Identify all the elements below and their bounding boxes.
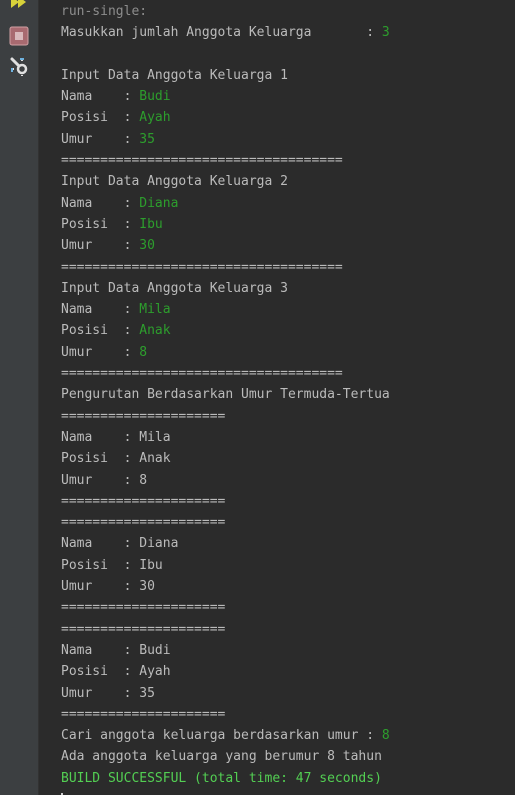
posisi-label: Posisi : bbox=[61, 110, 140, 126]
posisi-label: Posisi : bbox=[61, 323, 140, 339]
sorted-row: Umur : 35 bbox=[61, 685, 155, 701]
output-window: run-single: Masukkan jumlah Anggota Kelu… bbox=[0, 0, 515, 795]
umur-value: 30 bbox=[139, 238, 155, 254]
umur-value: 8 bbox=[139, 344, 148, 360]
sorted-row: Posisi : Ibu bbox=[61, 557, 163, 573]
umur-label: Umur : bbox=[61, 238, 140, 254]
nama-label: Nama : bbox=[61, 195, 140, 211]
separator: ==================================== bbox=[61, 259, 343, 275]
posisi-label: Posisi : bbox=[61, 216, 140, 232]
stop-icon[interactable] bbox=[9, 26, 29, 46]
output-toolbar bbox=[0, 0, 39, 795]
sorted-row: ===================== bbox=[61, 515, 226, 531]
count-prompt-label: Masukkan jumlah Anggota Keluarga : bbox=[61, 25, 382, 41]
input-nama-line: Nama : Mila bbox=[61, 299, 515, 320]
input-title: Input Data Anggota Keluarga 3 bbox=[61, 280, 288, 296]
sorted-row: ===================== bbox=[61, 408, 226, 424]
sorted-row: Umur : 30 bbox=[61, 579, 155, 595]
settings-icon[interactable] bbox=[9, 56, 29, 77]
sorted-row: Umur : 8 bbox=[61, 472, 148, 488]
umur-label: Umur : bbox=[61, 344, 140, 360]
sorted-row: Nama : Diana bbox=[61, 536, 179, 552]
sorted-row: Nama : Mila bbox=[61, 429, 171, 445]
sorted-row: ===================== bbox=[61, 621, 226, 637]
separator: ==================================== bbox=[61, 153, 343, 169]
umur-label: Umur : bbox=[61, 131, 140, 147]
nama-label: Nama : bbox=[61, 89, 140, 105]
sorted-row: Nama : Budi bbox=[61, 642, 171, 658]
search-result: Ada anggota keluarga yang berumur 8 tahu… bbox=[61, 749, 382, 765]
count-prompt-line: Masukkan jumlah Anggota Keluarga : 3 bbox=[61, 22, 515, 43]
umur-value: 35 bbox=[139, 131, 155, 147]
console-output: run-single: Masukkan jumlah Anggota Kelu… bbox=[61, 1, 515, 795]
posisi-value: Anak bbox=[139, 323, 171, 339]
sorted-row: ===================== bbox=[61, 706, 226, 722]
run-again-icon[interactable] bbox=[9, 0, 29, 14]
sorted-row: Posisi : Ayah bbox=[61, 664, 171, 680]
input-umur-line: Umur : 8 bbox=[61, 342, 515, 363]
posisi-value: Ibu bbox=[139, 216, 163, 232]
run-header: run-single: bbox=[61, 4, 148, 19]
nama-label: Nama : bbox=[61, 302, 140, 318]
input-posisi-line: Posisi : Ibu bbox=[61, 214, 515, 235]
input-umur-line: Umur : 30 bbox=[61, 235, 515, 256]
input-title: Input Data Anggota Keluarga 1 bbox=[61, 67, 288, 83]
sorted-row: Posisi : Anak bbox=[61, 451, 171, 467]
search-prompt-line: Cari anggota keluarga berdasarkan umur :… bbox=[61, 725, 515, 746]
separator: ==================================== bbox=[61, 366, 343, 382]
input-caret-line[interactable] bbox=[61, 789, 515, 795]
input-nama-line: Nama : Diana bbox=[61, 193, 515, 214]
search-input-value: 8 bbox=[381, 728, 390, 744]
input-posisi-line: Posisi : Ayah bbox=[61, 107, 515, 128]
input-umur-line: Umur : 35 bbox=[61, 129, 515, 150]
sort-title: Pengurutan Berdasarkan Umur Termuda-Tert… bbox=[61, 387, 390, 403]
build-status: BUILD SUCCESSFUL (total time: 47 seconds… bbox=[61, 770, 382, 786]
sorted-row: ===================== bbox=[61, 493, 226, 509]
sorted-row: ===================== bbox=[61, 600, 226, 616]
input-posisi-line: Posisi : Anak bbox=[61, 320, 515, 341]
nama-value: Diana bbox=[139, 195, 179, 211]
nama-value: Budi bbox=[139, 89, 171, 105]
search-prompt-label: Cari anggota keluarga berdasarkan umur : bbox=[61, 728, 382, 744]
count-input-value: 3 bbox=[381, 25, 390, 41]
input-nama-line: Nama : Budi bbox=[61, 86, 515, 107]
input-title: Input Data Anggota Keluarga 2 bbox=[61, 174, 288, 190]
nama-value: Mila bbox=[139, 302, 171, 318]
posisi-value: Ayah bbox=[139, 110, 171, 126]
